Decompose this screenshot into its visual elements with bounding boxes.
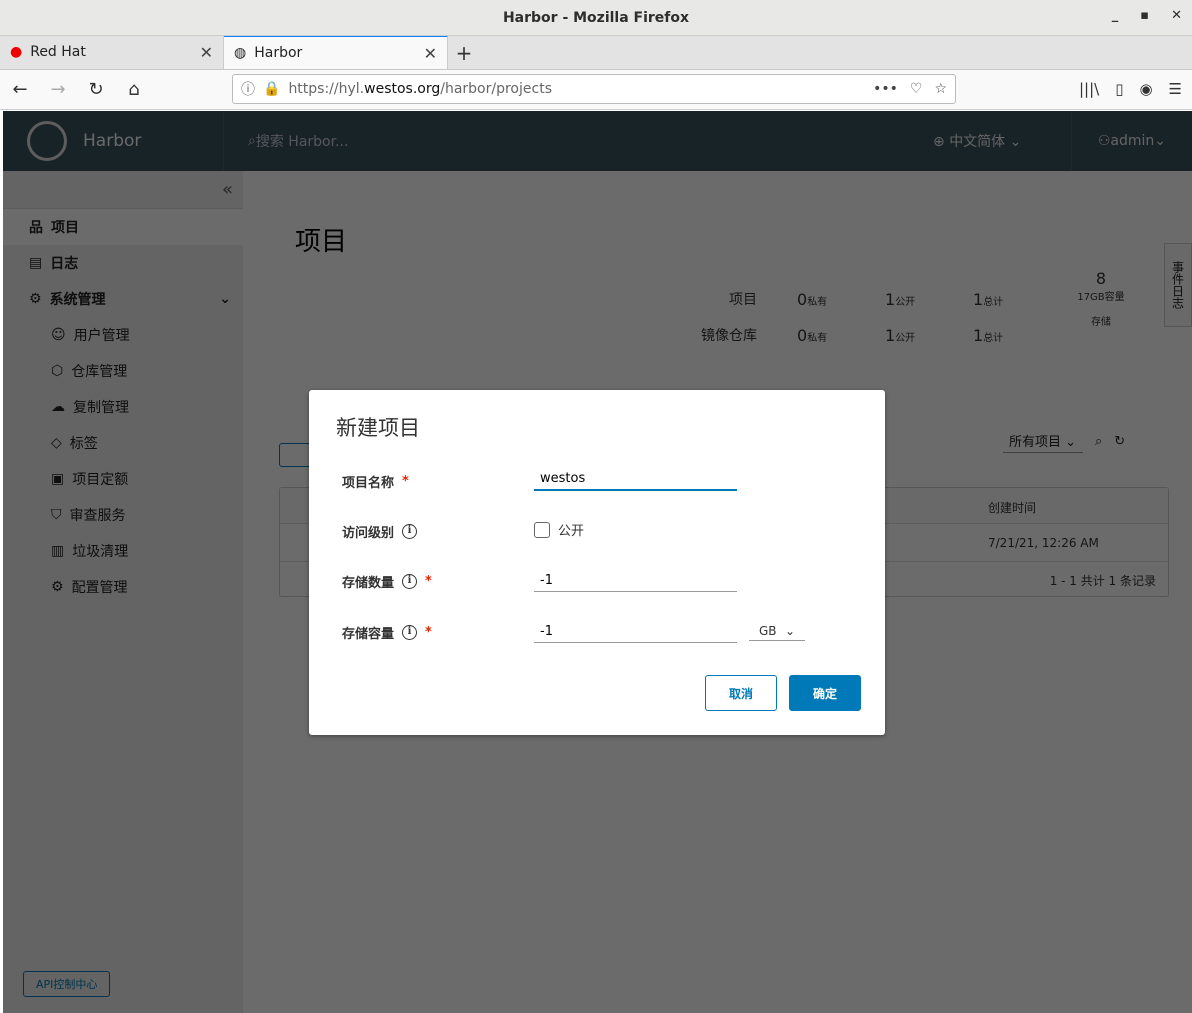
- sidebar-icon[interactable]: ▯: [1115, 80, 1123, 98]
- public-checkbox[interactable]: 公开: [534, 520, 584, 539]
- more-icon[interactable]: •••: [873, 81, 898, 97]
- sidebar-item-gc[interactable]: ▥ 垃圾清理: [3, 533, 243, 569]
- home-icon[interactable]: ⌂: [120, 79, 148, 100]
- sidebar-item-replication[interactable]: ☁ 复制管理: [3, 389, 243, 425]
- close-tab-icon[interactable]: ✕: [424, 44, 437, 63]
- sidebar: « 品项目 ▤ 日志 ⚙ 系统管理 ⌄ ☺ 用户管理 ⬡ 仓库管理 ☁ 复制管理 ◇ 标签 ▣…: [3, 171, 243, 1013]
- quota-icon: ▣: [51, 471, 65, 487]
- cube-icon: ⬡: [51, 363, 64, 379]
- event-log-tab[interactable]: 事件日志: [1164, 243, 1192, 327]
- window-titlebar: Harbor - Mozilla Firefox _ ▪ ✕: [0, 0, 1192, 36]
- maximize-icon[interactable]: ▪: [1140, 8, 1149, 23]
- pocket-icon[interactable]: ♡: [910, 81, 923, 97]
- shield-icon: ⛉: [51, 507, 62, 523]
- admin-icon: ⚙: [29, 291, 42, 307]
- tab-label: Harbor: [254, 45, 303, 61]
- storage-gauge: 8 17GB容量 存储: [1077, 269, 1125, 328]
- info-icon[interactable]: ⓘ: [241, 79, 255, 99]
- dialog-title: 新建项目: [336, 416, 420, 440]
- lock-warning-icon: 🔒: [263, 81, 281, 97]
- info-icon[interactable]: i: [402, 625, 418, 640]
- new-tab-button[interactable]: +: [448, 41, 480, 65]
- harbor-favicon-icon: ◍: [234, 45, 247, 61]
- sidebar-item-labels[interactable]: ◇ 标签: [3, 425, 243, 461]
- collapse-sidebar-icon[interactable]: «: [3, 171, 243, 209]
- tab-redhat[interactable]: ● Red Hat ✕: [0, 35, 224, 69]
- brand-name: Harbor: [83, 131, 142, 151]
- forward-icon[interactable]: →: [44, 79, 72, 100]
- users-icon: ☺: [51, 327, 66, 343]
- sidebar-item-users[interactable]: ☺ 用户管理: [3, 317, 243, 353]
- user-menu[interactable]: ⚇ admin ⌄: [1070, 111, 1166, 171]
- logs-icon: ▤: [29, 255, 43, 271]
- gear-icon: ⚙: [51, 579, 64, 595]
- redhat-icon: ●: [10, 44, 23, 60]
- sidebar-item-projects[interactable]: 品项目: [3, 209, 243, 245]
- search-icon: ⌕: [248, 133, 256, 149]
- sidebar-item-quotas[interactable]: ▣ 项目定额: [3, 461, 243, 497]
- storage-capacity-input[interactable]: [534, 621, 737, 643]
- sidebar-item-admin[interactable]: ⚙ 系统管理 ⌄: [3, 281, 243, 317]
- tag-icon: ◇: [51, 435, 62, 451]
- library-icon[interactable]: |||\: [1079, 80, 1099, 98]
- reload-icon[interactable]: ↻: [82, 79, 110, 100]
- project-stats: 项目 0私有 1公开 1总计 镜像仓库 0私有 1公开 1总计: [701, 289, 1004, 345]
- chevron-down-icon: ⌄: [219, 291, 231, 307]
- sidebar-item-scanners[interactable]: ⛉ 审查服务: [3, 497, 243, 533]
- info-icon[interactable]: i: [402, 524, 418, 539]
- close-tab-icon[interactable]: ✕: [200, 43, 213, 62]
- cancel-button[interactable]: 取消: [705, 675, 777, 711]
- user-icon: ⚇: [1097, 133, 1111, 149]
- back-icon[interactable]: ←: [6, 79, 34, 100]
- projects-icon: 品: [29, 220, 43, 236]
- tab-harbor[interactable]: ◍ Harbor ✕: [224, 35, 448, 69]
- global-search[interactable]: ⌕ 搜索 Harbor...: [223, 111, 823, 171]
- tab-bar: ● Red Hat ✕ ◍ Harbor ✕ +: [0, 35, 1192, 70]
- trash-icon: ▥: [51, 543, 65, 559]
- project-name-input[interactable]: [534, 468, 737, 491]
- new-project-dialog: 新建项目 项目名称* 访问级别i 公开 存储数量i* 存储容量i* GB⌄ 取消…: [309, 390, 885, 735]
- window-title: Harbor - Mozilla Firefox: [502, 9, 690, 26]
- url-text: https://hyl.westos.org/harbor/projects: [288, 81, 552, 97]
- close-window-icon[interactable]: ✕: [1171, 8, 1182, 23]
- info-icon[interactable]: i: [402, 574, 418, 589]
- harbor-logo-icon: [27, 121, 67, 161]
- url-bar[interactable]: ⓘ 🔒 https://hyl.westos.org/harbor/project…: [232, 74, 956, 104]
- sidebar-item-config[interactable]: ⚙ 配置管理: [3, 569, 243, 605]
- project-filter-select[interactable]: 所有项目 ⌄: [1003, 429, 1083, 453]
- app-header: Harbor ⌕ 搜索 Harbor... ⊕ 中文简体 ⌄ ⚇ admin ⌄: [3, 111, 1192, 171]
- page-title: 项目: [295, 227, 348, 257]
- chevron-down-icon: ⌄: [784, 624, 795, 638]
- api-center-button[interactable]: API控制中心: [23, 971, 111, 997]
- minimize-icon[interactable]: _: [1112, 8, 1119, 23]
- sidebar-item-registries[interactable]: ⬡ 仓库管理: [3, 353, 243, 389]
- language-selector[interactable]: ⊕ 中文简体 ⌄: [933, 131, 1021, 151]
- sidebar-item-logs[interactable]: ▤ 日志: [3, 245, 243, 281]
- unit-select[interactable]: GB ⌄: [749, 622, 805, 641]
- cloud-icon: ☁: [51, 399, 65, 415]
- confirm-button[interactable]: 确定: [789, 675, 861, 711]
- refresh-icon[interactable]: ↻: [1114, 434, 1125, 449]
- account-icon[interactable]: ◉: [1139, 80, 1152, 98]
- storage-count-input[interactable]: [534, 570, 737, 592]
- tab-label: Red Hat: [30, 44, 86, 60]
- bookmark-star-icon[interactable]: ☆: [934, 81, 947, 97]
- search-icon[interactable]: ⌕: [1095, 434, 1102, 449]
- menu-icon[interactable]: ☰: [1169, 80, 1182, 98]
